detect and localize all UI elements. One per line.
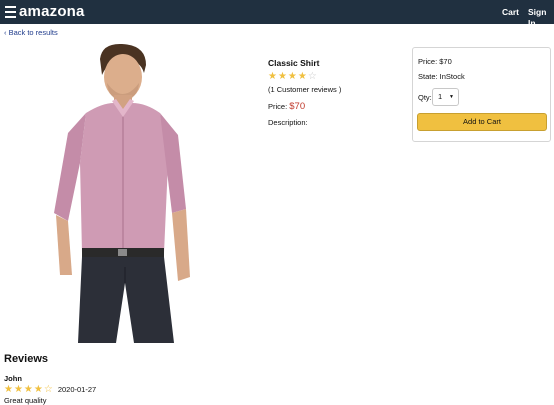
top-nav-bar: amazona Cart Sign In <box>0 0 554 28</box>
reviews-count[interactable]: (1 Customer reviews ) <box>268 85 408 95</box>
star-empty-icon: ☆ <box>307 71 318 82</box>
price-value: $70 <box>289 101 306 112</box>
product-title: Classic Shirt <box>268 58 320 68</box>
cart-link[interactable]: Cart <box>502 7 519 18</box>
product-info: Classic Shirt ★★★★☆ (1 Customer reviews … <box>268 58 408 128</box>
reviews-heading: Reviews <box>4 353 49 365</box>
signin-link[interactable]: Sign In <box>528 7 554 29</box>
product-image <box>54 43 190 343</box>
description-label: Description: <box>268 118 308 127</box>
star-empty-icon: ☆ <box>43 384 54 395</box>
dropdown-caret-icon: ▼ <box>449 94 454 100</box>
review-rating: ★★★★ ☆ 2020-01-27 <box>4 384 96 396</box>
quantity-select[interactable]: 1 ▼ <box>432 88 459 106</box>
star-icon: ★★★★ <box>4 384 44 395</box>
quantity-value: 1 <box>438 92 443 101</box>
purchase-price: Price: $70 <box>418 57 452 66</box>
quantity-label: Qty: <box>418 93 432 102</box>
review-date: 2020-01-27 <box>57 385 97 394</box>
back-to-results-link[interactable]: ‹ Back to results <box>4 28 58 38</box>
price-label: Price: <box>268 102 288 111</box>
price-row: Price: $70 <box>268 101 408 113</box>
brand-logo[interactable]: amazona <box>19 3 85 21</box>
add-to-cart-button[interactable]: Add to Cart <box>417 113 547 131</box>
menu-icon[interactable] <box>5 6 16 18</box>
purchase-box: Price: $70 State: InStock Qty: 1 ▼ Add t… <box>412 47 551 142</box>
review-author: John <box>4 374 22 383</box>
stock-status: State: InStock <box>418 72 465 81</box>
star-icon: ★★★★ <box>268 71 308 82</box>
review-comment: Great quality <box>4 396 47 405</box>
product-rating: ★★★★☆ <box>268 71 408 83</box>
